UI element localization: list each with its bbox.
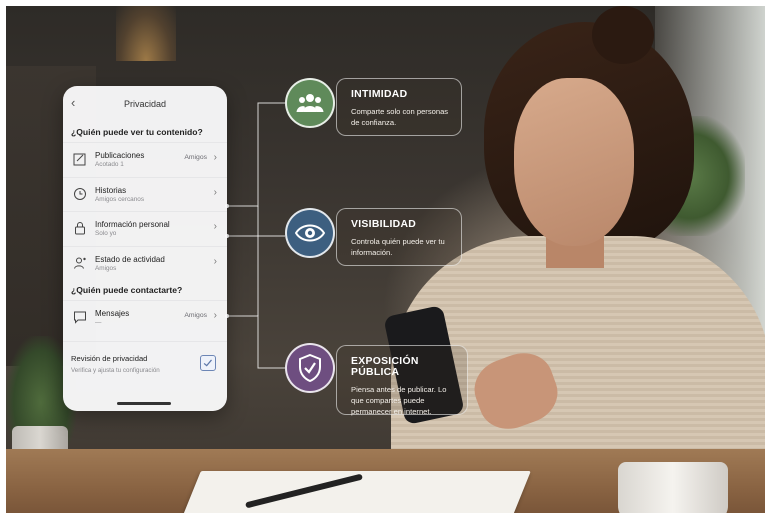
card-description: Comparte solo con personas de confianza. bbox=[351, 107, 449, 127]
row-sub: — bbox=[95, 319, 102, 326]
row-sub: Amigos cercanos bbox=[95, 195, 145, 203]
chevron-right-icon: › bbox=[213, 310, 217, 321]
row-label: Información personal bbox=[95, 220, 170, 229]
person-face bbox=[514, 78, 634, 246]
back-chevron-icon[interactable]: ‹ bbox=[71, 95, 85, 111]
shield-icon bbox=[285, 343, 335, 393]
panel-title: Privacidad bbox=[123, 99, 167, 109]
info-card-visibilidad: VISIBILIDAD Controla quién puede ver tu … bbox=[336, 208, 462, 266]
edit-icon bbox=[73, 153, 86, 166]
row-label: Estado de actividad bbox=[95, 254, 165, 264]
coffee-mug bbox=[618, 462, 728, 513]
row-value: Amigos bbox=[184, 312, 207, 319]
eye-icon bbox=[285, 208, 335, 258]
row-sub: Amigos bbox=[95, 264, 117, 272]
person-hair-bun bbox=[592, 6, 654, 64]
section-title-content: ¿Quién puede ver tu contenido? bbox=[71, 127, 203, 137]
lock-icon bbox=[75, 222, 85, 235]
message-icon bbox=[74, 311, 86, 324]
row-label: Publicaciones bbox=[95, 151, 145, 160]
setting-row-actividad[interactable]: Estado de actividad Amigos › bbox=[63, 245, 227, 281]
review-sub: Verifica y ajusta tu configuración bbox=[71, 366, 160, 374]
chevron-right-icon: › bbox=[213, 186, 217, 198]
row-sub: Acotado 1 bbox=[95, 161, 124, 168]
setting-row-informacion[interactable]: Información personal Solo yo › bbox=[63, 211, 227, 246]
row-label: Historias bbox=[95, 185, 127, 195]
chevron-right-icon: › bbox=[213, 152, 217, 163]
row-label: Mensajes bbox=[95, 309, 130, 318]
section-title-contact: ¿Quién puede contactarte? bbox=[71, 285, 183, 295]
chevron-right-icon: › bbox=[213, 255, 217, 267]
setting-row-historias[interactable]: Historias Amigos cercanos › bbox=[63, 176, 227, 212]
info-card-intimidad: INTIMIDAD Comparte solo con personas de … bbox=[336, 78, 462, 136]
privacy-settings-panel: ‹ Privacidad ¿Quién puede ver tu conteni… bbox=[63, 86, 227, 411]
card-title: EXPOSICIÓN PÚBLICA bbox=[351, 356, 419, 378]
setting-row-mensajes[interactable]: Mensajes — Amigos › bbox=[63, 300, 227, 335]
card-title: VISIBILIDAD bbox=[351, 219, 417, 230]
people-icon bbox=[285, 78, 335, 128]
row-sub: Solo yo bbox=[95, 230, 117, 237]
review-label: Revisión de privacidad bbox=[71, 353, 148, 363]
card-description: Controla quién puede ver tu información. bbox=[351, 237, 445, 257]
card-description: Piensa antes de publicar. Lo que compart… bbox=[351, 385, 447, 416]
card-title: INTIMIDAD bbox=[351, 89, 408, 100]
chevron-right-icon: › bbox=[213, 221, 217, 232]
review-checkbox[interactable] bbox=[200, 354, 216, 371]
panel-header: ‹ Privacidad bbox=[63, 86, 227, 122]
privacy-review[interactable]: Revisión de privacidad Verifica y ajusta… bbox=[63, 340, 227, 387]
info-card-exposicion: EXPOSICIÓN PÚBLICA Piensa antes de publi… bbox=[336, 345, 468, 416]
setting-row-publicaciones[interactable]: Publicaciones Acotado 1 Amigos › bbox=[63, 142, 227, 177]
lamp bbox=[116, 6, 176, 61]
clock-icon bbox=[74, 187, 86, 200]
row-value: Amigos bbox=[184, 154, 207, 161]
person-icon bbox=[74, 257, 86, 269]
home-indicator bbox=[117, 402, 171, 405]
